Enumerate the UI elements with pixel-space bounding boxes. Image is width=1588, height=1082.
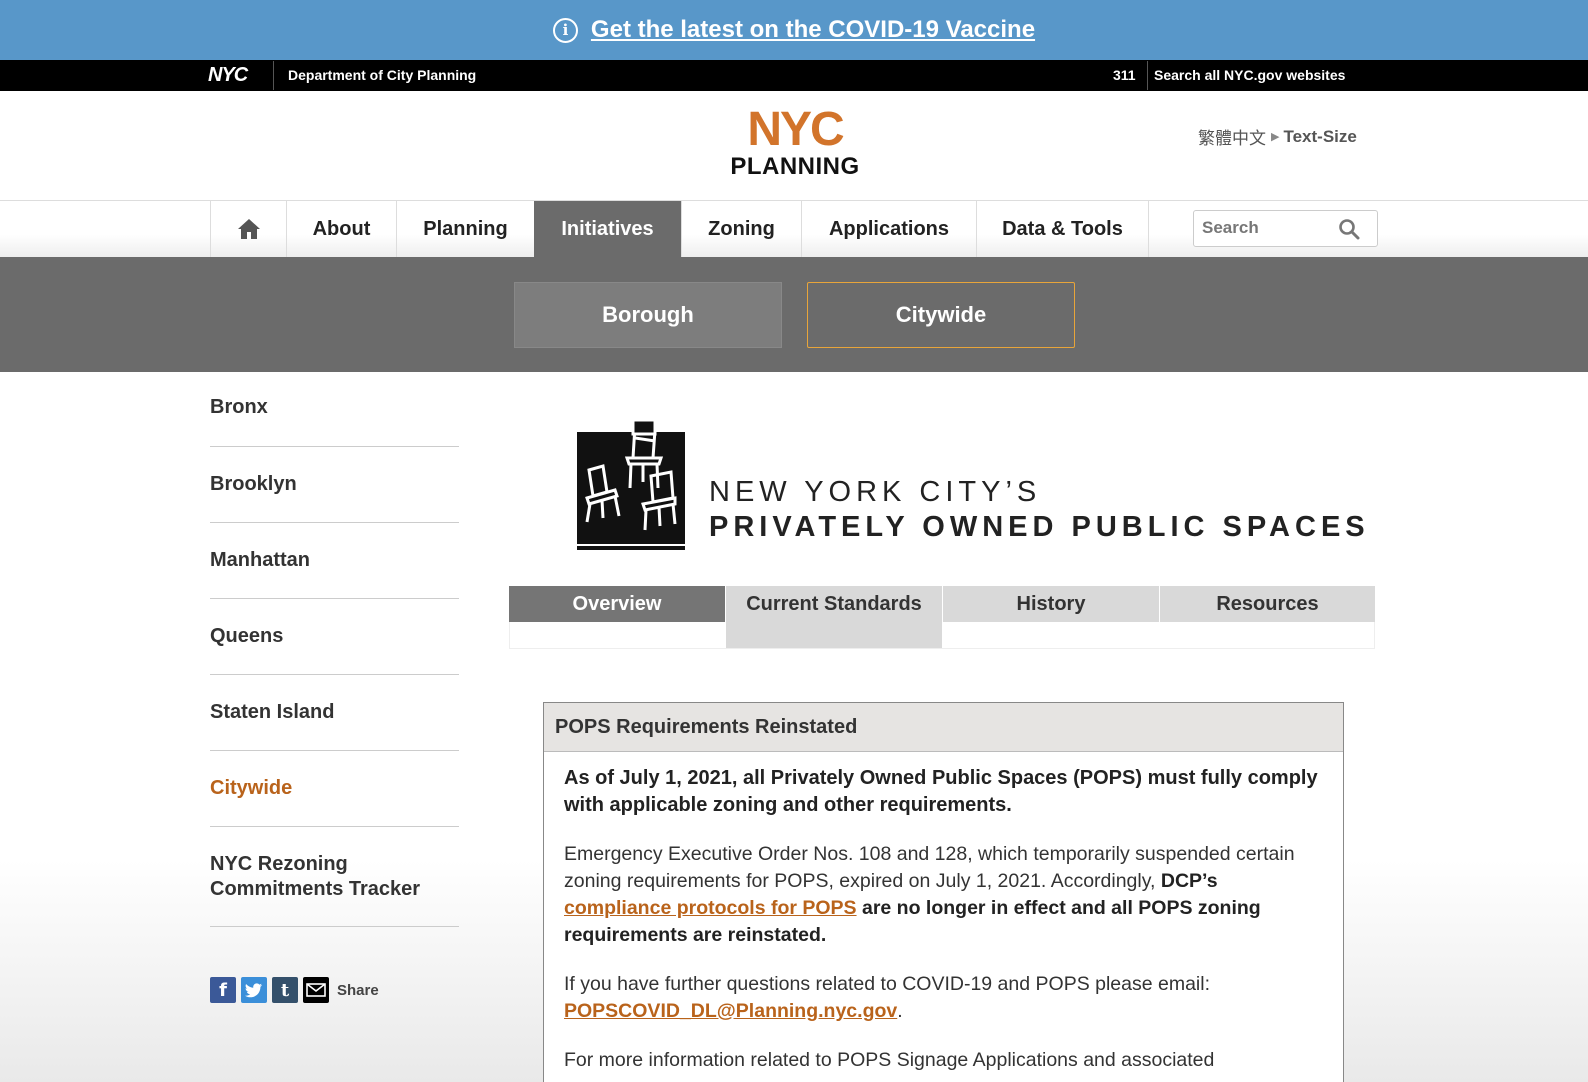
sidebar-item-citywide[interactable]: Citywide	[210, 751, 459, 827]
pops-title-line2: PRIVATELY OWNED PUBLIC SPACES	[709, 511, 1370, 543]
tab-current-standards[interactable]: Current Standards	[726, 586, 942, 648]
site-header: NYC PLANNING 繁體中文 ▶ Text-Size	[0, 91, 1588, 201]
notice-paragraph-4: For more information related to POPS Sig…	[564, 1049, 1215, 1071]
main-navigation: About Planning Initiatives Zoning Applic…	[0, 201, 1588, 257]
tab-resources[interactable]: Resources	[1160, 586, 1375, 622]
home-icon	[237, 219, 260, 239]
logo-nyc-text: NYC	[747, 103, 844, 156]
sidebar: Bronx Brooklyn Manhattan Queens Staten I…	[210, 372, 459, 1003]
tumblr-icon[interactable]: t	[272, 977, 298, 1003]
text-size-link[interactable]: Text-Size	[1283, 127, 1356, 147]
covid-vaccine-link[interactable]: Get the latest on the COVID-19 Vaccine	[591, 16, 1035, 44]
tab-history[interactable]: History	[943, 586, 1159, 622]
notice-p3-text: If you have further questions related to…	[564, 973, 1211, 995]
nav-home[interactable]	[210, 201, 286, 257]
divider	[1147, 61, 1148, 90]
caret-right-icon: ▶	[1271, 131, 1280, 143]
notice-paragraph-2: Emergency Executive Order Nos. 108 and 1…	[564, 841, 1323, 949]
notice-heading: POPS Requirements Reinstated	[544, 703, 1343, 752]
sidebar-item-staten-island[interactable]: Staten Island	[210, 675, 459, 751]
facebook-icon[interactable]: f	[210, 977, 236, 1003]
search-box	[1193, 210, 1378, 247]
pops-covid-email-link[interactable]: POPSCOVID_DL@Planning.nyc.gov	[564, 1000, 897, 1022]
info-icon: i	[552, 17, 578, 43]
notice-lead: As of July 1, 2021, all Privately Owned …	[564, 767, 1318, 816]
borough-button[interactable]: Borough	[514, 282, 782, 348]
initiatives-subnav: Borough Citywide	[0, 257, 1588, 372]
nav-applications[interactable]: Applications	[801, 201, 976, 257]
notice-paragraph-3: If you have further questions related to…	[564, 971, 1323, 1025]
compliance-protocols-link[interactable]: compliance protocols for POPS	[564, 897, 857, 919]
divider	[273, 61, 274, 90]
email-icon[interactable]	[303, 977, 329, 1003]
notice-body: As of July 1, 2021, all Privately Owned …	[544, 752, 1343, 1074]
search-all-nyc-link[interactable]: Search all NYC.gov websites	[1154, 67, 1345, 83]
sidebar-item-manhattan[interactable]: Manhattan	[210, 523, 459, 599]
pops-chairs-logo	[577, 418, 685, 550]
sidebar-item-queens[interactable]: Queens	[210, 599, 459, 675]
nav-about[interactable]: About	[286, 201, 396, 257]
language-link[interactable]: 繁體中文	[1198, 124, 1266, 149]
notice-p2-dcp: DCP’s	[1160, 870, 1218, 892]
pops-notice-box: POPS Requirements Reinstated As of July …	[543, 702, 1344, 1082]
tab-overview[interactable]: Overview	[509, 586, 725, 622]
notice-p3-end: .	[897, 1000, 903, 1022]
nyc-gov-bar: NYC Department of City Planning 311 Sear…	[0, 60, 1588, 91]
language-tools: 繁體中文 ▶ Text-Size	[1198, 124, 1357, 150]
nyc-gov-logo[interactable]: NYC	[208, 65, 248, 85]
share-label[interactable]: Share	[337, 982, 379, 999]
department-link[interactable]: Department of City Planning	[288, 67, 476, 83]
search-input[interactable]	[1202, 218, 1332, 238]
sidebar-item-bronx[interactable]: Bronx	[210, 372, 459, 447]
share-bar: f t Share	[210, 977, 379, 1003]
pops-title-line1: NEW YORK CITY’S	[709, 476, 1042, 508]
search-icon[interactable]	[1338, 218, 1360, 240]
nyc-planning-logo[interactable]: NYC PLANNING	[726, 106, 864, 180]
nav-planning[interactable]: Planning	[396, 201, 534, 257]
sidebar-item-rezoning-tracker[interactable]: NYC Rezoning Commitments Tracker	[210, 827, 459, 927]
citywide-button[interactable]: Citywide	[807, 282, 1075, 348]
nav-initiatives[interactable]: Initiatives	[534, 201, 681, 257]
pops-tabs: Overview Current Standards History Resou…	[509, 586, 1375, 648]
logo-planning-text: PLANNING	[730, 153, 860, 180]
nav-data-tools[interactable]: Data & Tools	[976, 201, 1149, 257]
covid-banner: i Get the latest on the COVID-19 Vaccine	[0, 0, 1588, 60]
twitter-icon[interactable]	[241, 977, 267, 1003]
link-311[interactable]: 311	[1113, 67, 1136, 83]
nav-zoning[interactable]: Zoning	[681, 201, 801, 257]
sidebar-item-brooklyn[interactable]: Brooklyn	[210, 447, 459, 523]
